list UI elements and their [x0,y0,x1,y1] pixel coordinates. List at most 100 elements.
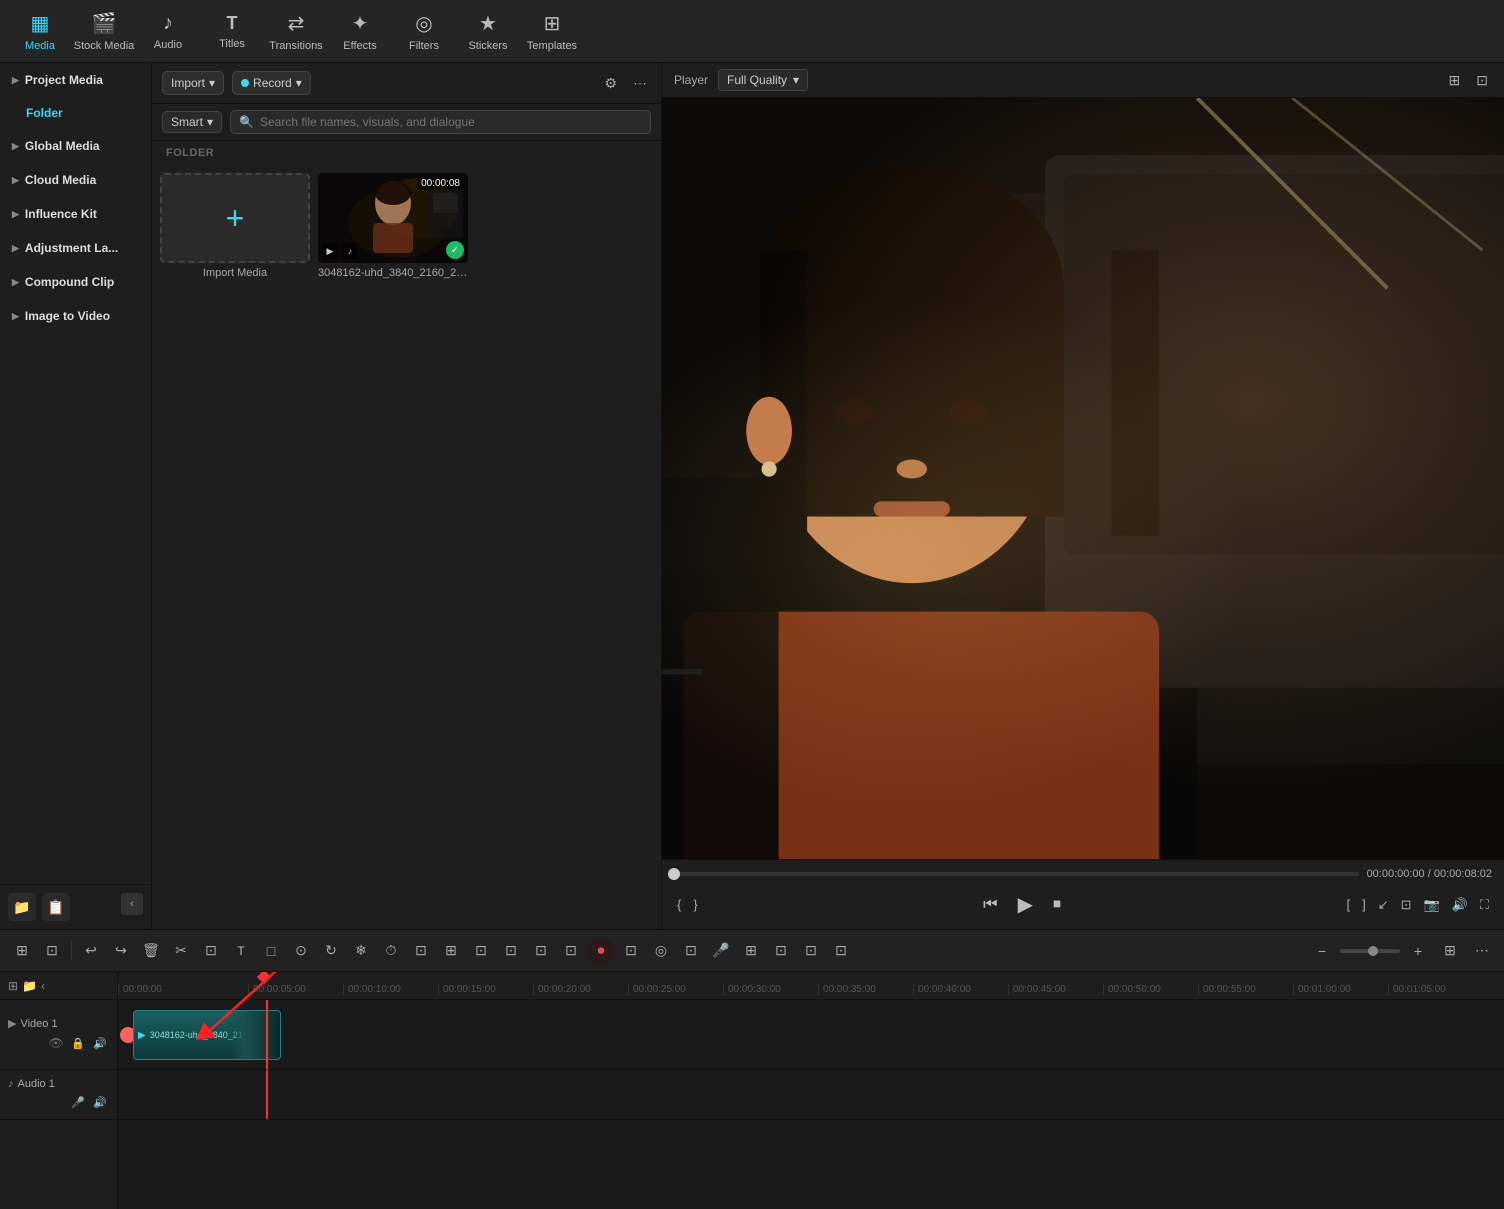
ruler-mark-10: 00:00:50:00 [1103,984,1198,995]
ruler-mark-2: 00:00:10:00 [343,984,438,995]
sidebar-adjustment-header[interactable]: ▶ Adjustment La... [0,231,151,265]
tl-text-btn[interactable]: T [227,937,255,965]
add-video-track-btn[interactable]: ⊞ [8,979,18,993]
audio-track-header: ♪ Audio 1 [8,1078,109,1090]
tl-zoom-in-btn[interactable]: + [1404,937,1432,965]
video-track-lock-btn[interactable]: 🔒 [69,1034,87,1052]
tl-loop-btn[interactable]: ↻ [317,937,345,965]
toolbar-stickers-label: Stickers [468,40,507,52]
tl-link-btn[interactable]: ⊡ [467,937,495,965]
zoom-slider[interactable] [1340,949,1400,953]
tl-crop-btn[interactable]: ⊡ [197,937,225,965]
tl-shield-btn[interactable]: ⊡ [677,937,705,965]
import-dropdown[interactable]: Import ▾ [162,71,224,95]
sidebar-influence-kit-header[interactable]: ▶ Influence Kit [0,197,151,231]
tl-replace-btn[interactable]: ⊡ [827,937,855,965]
toolbar-stickers[interactable]: ★ Stickers [456,3,520,59]
player-play-btn[interactable]: ▶ [1014,888,1037,921]
tl-cut-btn[interactable]: ✂ [167,937,195,965]
audio-track-mic-btn[interactable]: 🎤 [69,1094,87,1112]
tl-grid-btn[interactable]: ⊞ [1436,937,1464,965]
toolbar-stock-media[interactable]: 🎬 Stock Media [72,3,136,59]
split-view-btn[interactable]: ⊞ [1445,70,1465,91]
sidebar-item-folder[interactable]: Folder [4,98,147,128]
media-toolbar-right: ⚙ ⋯ [600,73,651,94]
import-thumb[interactable]: + [160,173,310,263]
tl-select-btn[interactable]: □ [257,937,285,965]
player-bracket-left[interactable]: [ [1343,894,1353,915]
tl-audio-btn[interactable]: ⊡ [767,937,795,965]
sidebar-compound-clip-header[interactable]: ▶ Compound Clip [0,265,151,299]
tl-undo-btn[interactable]: ↩ [77,937,105,965]
player-progress-track[interactable] [674,872,1359,876]
audio-track-vol-btn[interactable]: 🔊 [91,1094,109,1112]
tl-cam-btn[interactable]: ⊡ [617,937,645,965]
toolbar-audio[interactable]: ♪ Audio [136,3,200,59]
player-brace-right-btn[interactable]: } [690,894,700,915]
player-stop-btn[interactable]: ⏹ [1049,892,1065,918]
toolbar-effects[interactable]: ✦ Effects [328,3,392,59]
tl-circle-btn[interactable]: ◎ [647,937,675,965]
smart-dropdown[interactable]: Smart ▾ [162,111,222,133]
toolbar-templates[interactable]: ⊞ Templates [520,3,584,59]
add-audio-track-btn[interactable]: 📁 [22,979,37,993]
sidebar-cloud-media-header[interactable]: ▶ Cloud Media [0,163,151,197]
tl-magnet-btn[interactable]: ⊡ [38,937,66,965]
video-track-audio-btn[interactable]: 🔊 [91,1034,109,1052]
tl-group-btn[interactable]: ⊡ [527,937,555,965]
video-clip-thumb[interactable]: 00:00:08 ▶ ♪ ✓ [318,173,468,263]
tl-mic-btn[interactable]: 🎤 [707,937,735,965]
toolbar-media[interactable]: ▦ Media [8,3,72,59]
media-search-bar: Smart ▾ 🔍 [152,104,661,141]
video-track-eye-btn[interactable]: 👁 [47,1034,65,1052]
player-prev-btn[interactable]: ⏮ [979,892,1001,918]
toolbar-transitions[interactable]: ⇄ Transitions [264,3,328,59]
tl-redo-btn[interactable]: ↪ [107,937,135,965]
player-export-btn[interactable]: ⊡ [1398,894,1415,916]
ruler-mark-4: 00:00:20:00 [533,984,628,995]
sidebar-project-media-header[interactable]: ▶ Project Media [0,63,151,97]
video-clip-on-timeline[interactable]: ▶ 3048162-uhd_3840_216... [133,1010,281,1060]
import-media-item[interactable]: + Import Media [160,173,310,279]
tl-zoom-out-btn[interactable]: − [1308,937,1336,965]
tl-delete-btn[interactable]: 🗑 [137,937,165,965]
tl-vol-btn[interactable]: ⊡ [797,937,825,965]
player-bracket-right[interactable]: ] [1359,894,1369,915]
tl-freeze-btn[interactable]: ❄ [347,937,375,965]
toolbar-titles[interactable]: T Titles [200,3,264,59]
record-dropdown[interactable]: Record ▾ [232,71,311,95]
video-clip-item[interactable]: 00:00:08 ▶ ♪ ✓ 3048162-uhd_3840_2160_24f… [318,173,468,279]
new-folder-btn[interactable]: 📁 [8,893,36,921]
tl-detach-btn[interactable]: ⊡ [497,937,525,965]
tl-marker-btn[interactable]: ⊡ [557,937,585,965]
tl-more-btn[interactable]: ⋯ [1468,937,1496,965]
player-volume-btn[interactable]: 🔊 [1449,894,1471,916]
quality-select[interactable]: Full Quality ▾ [718,69,808,91]
tl-levels-btn[interactable]: ⊞ [737,937,765,965]
add-item-btn[interactable]: 📋 [42,893,70,921]
tl-divider-1 [71,941,72,961]
stock-media-icon: 🎬 [92,11,117,36]
tl-paint-btn[interactable]: ⊙ [287,937,315,965]
collapse-tracks-btn[interactable]: ‹ [41,979,45,993]
tl-record-btn[interactable]: ⏺ [587,937,615,965]
player-progress-thumb[interactable] [668,868,680,880]
filter-btn[interactable]: ⚙ [600,73,621,94]
player-mark-in[interactable]: ↙ [1375,894,1392,916]
tl-split-btn[interactable]: ⊞ [437,937,465,965]
tl-speed-btn[interactable]: ⏱ [377,937,405,965]
more-btn[interactable]: ⋯ [629,73,651,94]
toolbar-filters[interactable]: ◎ Filters [392,3,456,59]
tl-snap-btn[interactable]: ⊞ [8,937,36,965]
tl-edit2-btn[interactable]: ⊡ [407,937,435,965]
player-camera-btn[interactable]: 📷 [1421,894,1443,916]
collapse-sidebar-btn[interactable]: ‹ [121,893,143,915]
search-input[interactable] [260,115,642,129]
player-fullscreen-btn[interactable]: ⛶ [1477,894,1492,916]
sidebar-global-media-header[interactable]: ▶ Global Media [0,129,151,163]
player-settings-btn[interactable]: ⊡ [1472,70,1492,91]
search-input-wrap[interactable]: 🔍 [230,110,651,134]
player-brace-left-btn[interactable]: { [674,894,684,915]
sidebar-image-to-video-header[interactable]: ▶ Image to Video [0,299,151,333]
stickers-icon: ★ [479,11,497,36]
